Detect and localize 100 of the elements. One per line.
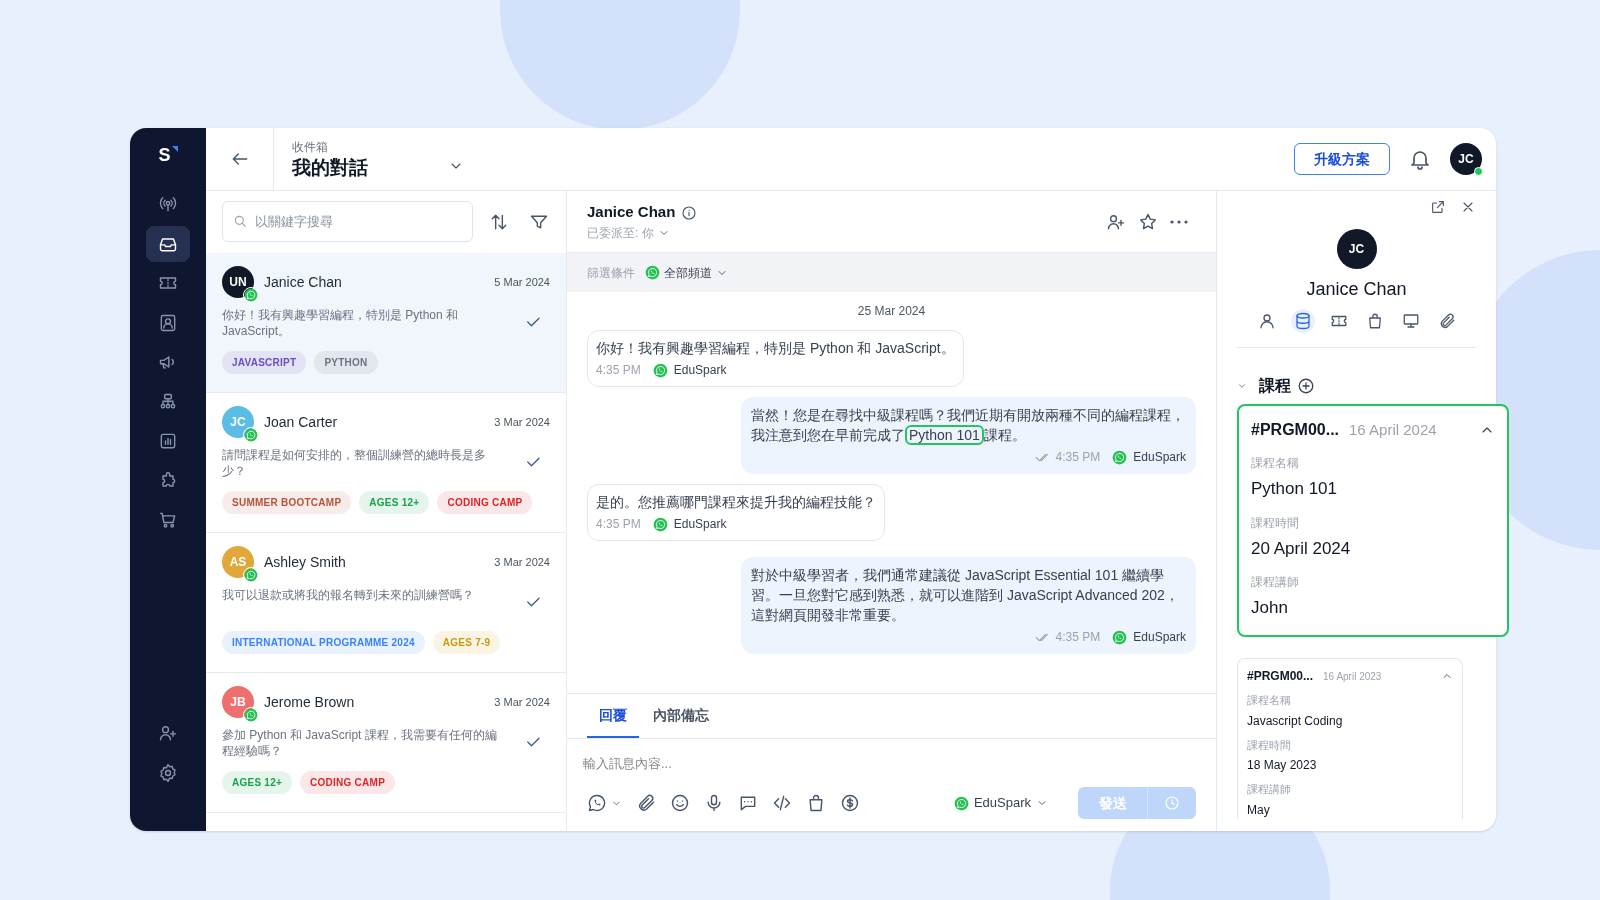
composer-tab[interactable]: 回覆 (587, 694, 639, 738)
field-label: 課程時間 (1247, 737, 1292, 753)
message-text: 是的。您推薦哪門課程來提升我的編程技能？ (596, 493, 876, 512)
add-course-button[interactable] (1297, 377, 1315, 395)
add-icon (1297, 377, 1315, 395)
contact-name: Joan Carter (264, 412, 338, 432)
field-label: 課程講師 (1251, 574, 1300, 591)
tag: JAVASCRIPT (222, 351, 307, 374)
page-title: 我的對話 (292, 156, 368, 180)
message-time: 4:35 PM (1055, 449, 1101, 466)
conversation-date: 3 Mar 2024 (494, 414, 550, 430)
settings-icon (158, 763, 178, 783)
field-label: 課程名稱 (1251, 455, 1300, 472)
payment-button[interactable] (840, 793, 860, 813)
whatsapp-icon (1112, 629, 1128, 645)
tag: AGES 7-9 (432, 631, 501, 654)
contact-name: Janice Chan (264, 272, 342, 292)
channel-filter-dropdown[interactable]: 全部頻道 (645, 263, 728, 282)
contact-name: Ashley Smith (264, 552, 346, 572)
message-text: 對於中級學習者，我們通常建議從 JavaScript Essential 101 繼續學習。一旦您對它感到熟悉，就可以進階到 JavaScript Advanced 202，這對網頁開發非常重要。 (751, 566, 1180, 625)
database-icon (1293, 312, 1312, 330)
more-icon (1170, 219, 1188, 224)
message-input[interactable]: 輸入訊息內容... (583, 751, 1200, 775)
dollar-icon (840, 793, 860, 813)
conversation-item[interactable]: UN Janice Chan 5 Mar 2024 你好！我有興趣學習編程，特別是 Python 和 JavaScript。 JAVASCRIPT PYTHON (206, 253, 566, 393)
star-icon (1138, 211, 1158, 232)
profile-name: Janice Chan (1306, 278, 1407, 301)
field-label: 課程時間 (1251, 514, 1300, 532)
whatsapp-badge-icon (243, 567, 259, 583)
breadcrumb: 收件箱 (292, 139, 329, 157)
field-label: 課程講師 (1247, 782, 1292, 797)
tag: AGES 12+ (222, 771, 293, 794)
quick-reply-button[interactable] (738, 793, 758, 813)
message-preview: 請問課程是如何安排的，整個訓練營的總時長是多少？ (222, 447, 487, 479)
star-button[interactable] (1138, 211, 1158, 232)
conversation-date: 3 Mar 2024 (494, 554, 550, 570)
message-channel: EduSpark (1133, 629, 1186, 646)
message-channel: EduSpark (673, 516, 727, 533)
contact-name: Jerome Brown (264, 692, 355, 712)
attach-button[interactable] (636, 793, 656, 813)
open-external-button[interactable] (1430, 199, 1446, 215)
search-field[interactable]: 以關鍵字搜尋 (222, 201, 473, 242)
chat-bubble-icon (738, 793, 758, 813)
upgrade-button[interactable]: 升級方案 (1294, 143, 1390, 175)
whatsapp-icon (1112, 449, 1128, 465)
whatsapp-icon (652, 362, 668, 378)
tag: CODING CAMP (437, 491, 533, 514)
sidebar-nav-button[interactable] (146, 225, 190, 262)
course-date: 16 April 2023 (1323, 669, 1382, 684)
whatsapp-badge-icon (243, 707, 259, 723)
message-channel: EduSpark (1133, 449, 1186, 466)
paperclip-icon (636, 793, 656, 813)
person-icon (1257, 312, 1276, 330)
message-preview: 參加 Python 和 JavaScript 課程，我需要有任何的編程經驗嗎？ (222, 727, 498, 759)
emoji-button[interactable] (670, 793, 690, 813)
message-preview: 我可以退款或將我的報名轉到未來的訓練營嗎？ (222, 587, 475, 603)
whatsapp-outline-icon (587, 793, 607, 813)
search-icon (232, 213, 248, 229)
date-divider: 25 Mar 2024 (857, 303, 926, 320)
contact-card-icon (158, 312, 178, 333)
conversation-date: 5 Mar 2024 (494, 274, 550, 290)
tag: CODING CAMP (300, 771, 396, 794)
field-value: 20 April 2024 (1251, 537, 1352, 560)
field-value: May (1247, 801, 1271, 819)
logo-mark-icon (171, 146, 178, 152)
composer-tab[interactable]: 內部備忘 (641, 694, 721, 738)
whatsapp-icon (645, 265, 660, 280)
info-icon (681, 204, 698, 221)
whatsapp-badge-icon (243, 427, 259, 443)
tag: PYTHON (314, 351, 378, 374)
filter-label: 篩選條件 (587, 264, 635, 282)
course-id: #PRGM00... (1247, 668, 1314, 685)
field-label: 課程名稱 (1247, 693, 1292, 708)
profile-tab[interactable] (1290, 309, 1315, 333)
message-text: 你好！我有興趣學習編程，特別是 Python 和 JavaScript。 (596, 339, 955, 358)
field-value: John (1251, 597, 1289, 619)
field-value: Javascript Coding (1247, 712, 1344, 730)
message-time: 4:35 PM (596, 516, 641, 533)
user-avatar[interactable]: JC (1450, 143, 1482, 175)
channel-picker-button[interactable] (587, 793, 622, 813)
tag: INTERNATIONAL PROGRAMME 2024 (222, 631, 425, 654)
app-logo[interactable]: S (158, 146, 171, 164)
message-text: 當然！您是在尋找中級課程嗎？我們近期有開放兩種不同的編程課程，我注意到您在早前完成了 Python 101 課程。 (751, 406, 1186, 445)
cart-icon (158, 510, 178, 530)
code-button[interactable] (772, 793, 792, 813)
section-title: 課程 (1259, 376, 1291, 396)
clock-icon (1164, 795, 1180, 811)
sender-channel-dropdown[interactable]: EduSpark (953, 793, 1048, 813)
conversation-date: 3 Mar 2024 (494, 694, 550, 710)
whatsapp-icon (953, 795, 969, 811)
tag: AGES 12+ (359, 491, 430, 514)
field-value: Python 101 (1251, 478, 1338, 500)
course-id: #PRGM00... (1251, 420, 1340, 440)
more-button[interactable] (1170, 219, 1188, 224)
tag: SUMMER BOOTCAMP (222, 491, 352, 514)
chat-contact-name: Janice Chan (587, 202, 676, 223)
bar-chart-icon (158, 431, 178, 451)
whatsapp-badge-icon (243, 287, 259, 303)
course-date: 16 April 2024 (1349, 419, 1437, 440)
broadcast-icon (158, 194, 178, 214)
